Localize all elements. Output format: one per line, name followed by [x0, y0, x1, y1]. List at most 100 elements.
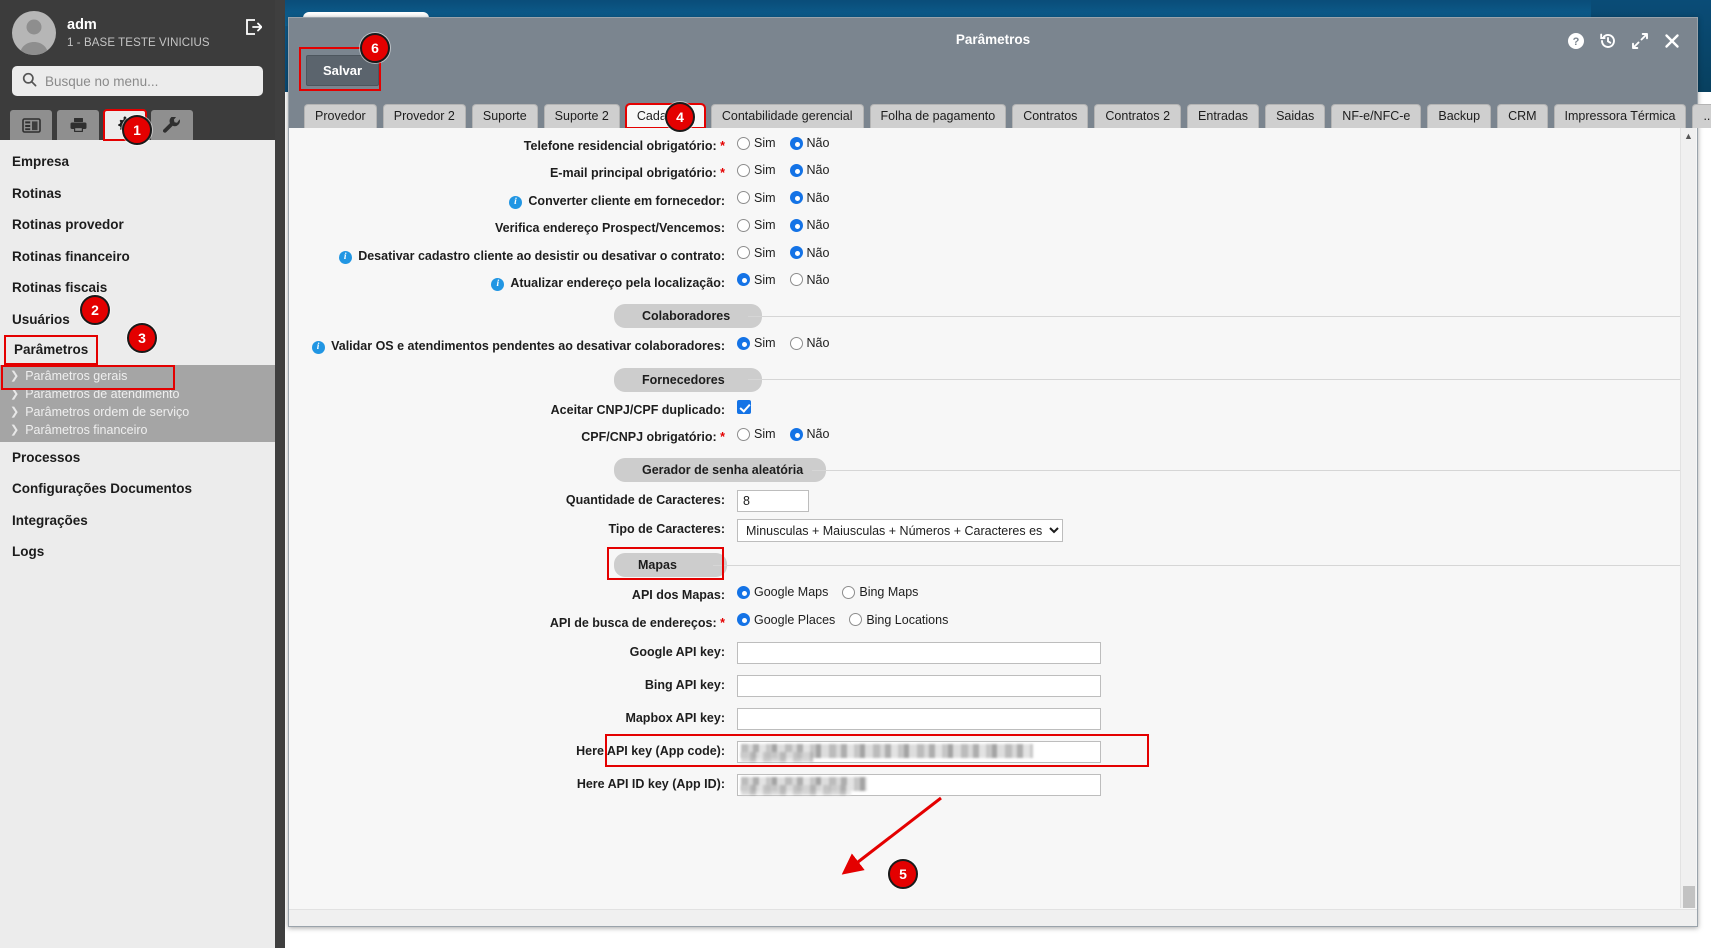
- tipo-caracteres-select[interactable]: Minusculas + Maiusculas + Números + Cara…: [737, 519, 1063, 543]
- radio-sim[interactable]: [737, 218, 750, 232]
- radio-sim[interactable]: [737, 191, 750, 205]
- radio-sim[interactable]: [737, 273, 750, 287]
- vertical-scrollbar[interactable]: ▲: [1680, 128, 1696, 908]
- radio-sim[interactable]: [737, 163, 750, 177]
- sidebar-item-logs[interactable]: Logs: [0, 536, 275, 568]
- scroll-up-arrow[interactable]: ▲: [1681, 128, 1696, 141]
- radio-option-nao[interactable]: Não: [789, 163, 829, 177]
- checkbox-aceitar-cnpj-duplicado[interactable]: [737, 399, 751, 414]
- tab-contratos-2[interactable]: Contratos 2: [1094, 103, 1182, 128]
- radio-nao[interactable]: [789, 163, 803, 177]
- input-wrapper: [737, 489, 809, 513]
- sidebar-item-rotinas-fiscais[interactable]: Rotinas fiscais: [0, 272, 275, 304]
- radio-option-google-places[interactable]: Google Places: [737, 613, 835, 627]
- sidebar-item-rotinas[interactable]: Rotinas: [0, 178, 275, 210]
- radio-google-maps[interactable]: [737, 585, 750, 599]
- tab-saidas[interactable]: Saidas: [1265, 103, 1326, 128]
- radio-option-nao[interactable]: Não: [789, 427, 829, 441]
- radio-option-sim[interactable]: Sim: [737, 218, 776, 232]
- sidebar-item-integracoes[interactable]: Integrações: [0, 505, 275, 537]
- close-icon[interactable]: [1663, 32, 1681, 50]
- sidebar-item-rotinas-provedor[interactable]: Rotinas provedor: [0, 209, 275, 241]
- form-row-atualizar-endereco: i Atualizar endereço pela localização: S…: [289, 269, 1680, 296]
- sidebar-subitem-parametros-financeiro[interactable]: ❯ Parâmetros financeiro: [0, 421, 275, 439]
- tab-suporte[interactable]: Suporte: [471, 103, 538, 128]
- radio-option-sim[interactable]: Sim: [737, 246, 776, 260]
- radio-nao[interactable]: [789, 191, 803, 205]
- radio-sim[interactable]: [737, 336, 750, 350]
- sidebar-item-processos[interactable]: Processos: [0, 442, 275, 474]
- tab-backup[interactable]: Backup: [1427, 103, 1492, 128]
- label-text: Converter cliente em fornecedor:: [528, 193, 725, 208]
- radio-option-sim[interactable]: Sim: [737, 191, 776, 205]
- info-icon[interactable]: i: [338, 250, 352, 264]
- radio-sim[interactable]: [737, 427, 750, 441]
- radio-option-google-maps[interactable]: Google Maps: [737, 585, 828, 599]
- radio-option-bing-locations[interactable]: Bing Locations: [849, 613, 948, 627]
- expand-icon[interactable]: [1631, 32, 1649, 50]
- tab-provedor-2[interactable]: Provedor 2: [382, 103, 466, 128]
- tab-nfe-nfce[interactable]: NF-e/NFC-e: [1331, 103, 1422, 128]
- sidebar-subitem-parametros-gerais[interactable]: ❯ Parâmetros gerais: [0, 364, 275, 390]
- tab-contratos[interactable]: Contratos: [1012, 103, 1089, 128]
- radio-option-sim[interactable]: Sim: [737, 427, 776, 441]
- sidebar-subitem-parametros-atendimento[interactable]: ❯ Parâmetros de atendimento: [0, 385, 275, 403]
- tab-provedor[interactable]: Provedor: [304, 103, 377, 128]
- tab-contabilidade-gerencial[interactable]: Contabilidade gerencial: [710, 103, 864, 128]
- annotation-badge-2: 2: [80, 295, 110, 325]
- history-icon[interactable]: [1599, 32, 1617, 50]
- tab-suporte-2[interactable]: Suporte 2: [543, 103, 620, 128]
- search-box[interactable]: [12, 66, 263, 96]
- help-icon[interactable]: ?: [1567, 32, 1585, 50]
- radio-nao[interactable]: [789, 246, 803, 259]
- sidebar-item-configuracoes-documentos[interactable]: Configurações Documentos: [0, 473, 275, 505]
- radio-sim[interactable]: [737, 136, 750, 150]
- radio-option-nao[interactable]: Não: [789, 273, 829, 287]
- radio-bing-maps[interactable]: [842, 585, 856, 599]
- sidebar-subitem-parametros-ordem-servico[interactable]: ❯ Parâmetros ordem de serviço: [0, 403, 275, 421]
- radio-bing-locations[interactable]: [849, 613, 863, 627]
- google-api-key-input[interactable]: [737, 642, 1101, 665]
- radio-nao[interactable]: [789, 273, 803, 287]
- radio-option-nao[interactable]: Não: [789, 218, 829, 232]
- radio-google-places[interactable]: [737, 613, 750, 627]
- section-divider: [713, 564, 1680, 566]
- sidebar-item-empresa[interactable]: Empresa: [0, 146, 275, 178]
- radio-option-nao[interactable]: Não: [789, 191, 829, 205]
- field-label: Aceitar CNPJ/CPF duplicado:: [289, 399, 737, 420]
- radio-nao[interactable]: [789, 427, 803, 441]
- radio-option-sim[interactable]: Sim: [737, 273, 776, 287]
- radio-nao[interactable]: [789, 136, 803, 150]
- tab-entradas[interactable]: Entradas: [1187, 103, 1260, 128]
- radio-label: Não: [806, 245, 830, 260]
- sidebar-item-rotinas-financeiro[interactable]: Rotinas financeiro: [0, 241, 275, 273]
- radio-nao[interactable]: [789, 218, 803, 232]
- tab-overflow[interactable]: ...: [1692, 103, 1711, 128]
- printer-icon[interactable]: [57, 110, 99, 140]
- info-icon[interactable]: i: [491, 277, 505, 291]
- tab-impressora-termica[interactable]: Impressora Térmica: [1553, 103, 1687, 128]
- mapbox-api-key-input[interactable]: [737, 708, 1101, 731]
- radio-sim[interactable]: [737, 246, 750, 259]
- quantidade-caracteres-input[interactable]: [737, 490, 809, 513]
- logout-icon[interactable]: [244, 18, 263, 36]
- radio-option-sim[interactable]: Sim: [737, 136, 776, 150]
- radio-option-nao[interactable]: Não: [789, 136, 829, 150]
- search-input[interactable]: [45, 73, 253, 89]
- horizontal-scrollbar[interactable]: [289, 909, 1697, 926]
- radio-option-bing-maps[interactable]: Bing Maps: [842, 585, 918, 599]
- window-icon[interactable]: [10, 110, 52, 140]
- radio-option-nao[interactable]: Não: [789, 336, 829, 350]
- bing-api-key-input[interactable]: [737, 675, 1101, 698]
- radio-option-sim[interactable]: Sim: [737, 163, 776, 177]
- info-icon[interactable]: i: [508, 195, 522, 209]
- scrollbar-thumb[interactable]: [1683, 886, 1695, 908]
- tab-folha-de-pagamento[interactable]: Folha de pagamento: [869, 103, 1007, 128]
- tab-crm[interactable]: CRM: [1497, 103, 1548, 128]
- sidebar-item-parametros[interactable]: Parâmetros: [3, 335, 99, 365]
- wrench-icon[interactable]: [151, 110, 193, 140]
- radio-nao[interactable]: [789, 336, 803, 350]
- info-icon[interactable]: i: [311, 341, 325, 355]
- radio-option-sim[interactable]: Sim: [737, 336, 776, 350]
- radio-option-nao[interactable]: Não: [789, 245, 830, 260]
